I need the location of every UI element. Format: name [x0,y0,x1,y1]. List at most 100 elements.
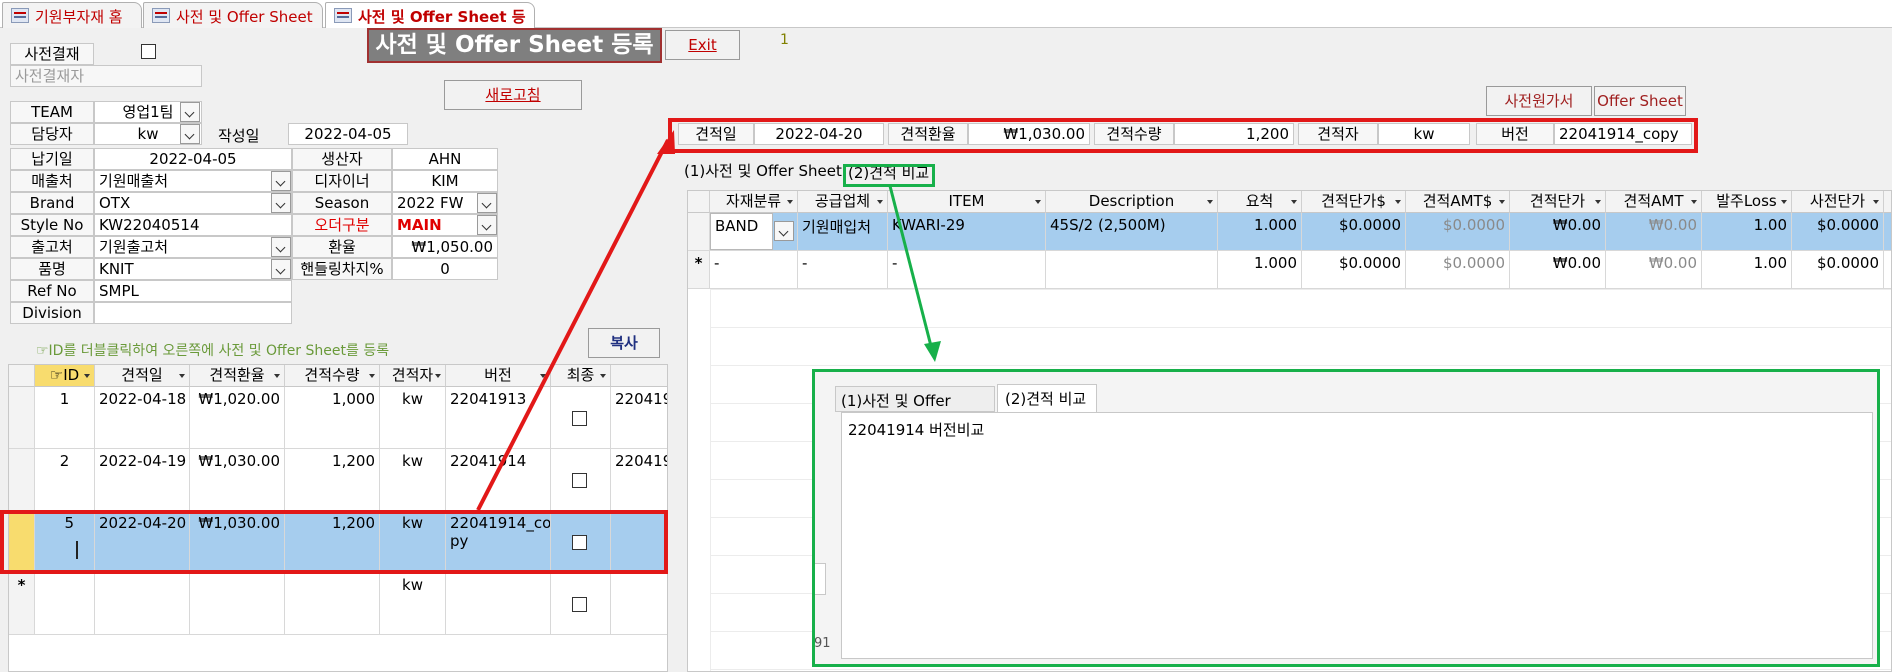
cell-yield[interactable]: 1.000 [1218,213,1302,251]
chevron-down-icon[interactable] [271,193,291,213]
chevron-down-icon[interactable] [477,193,497,213]
chevron-down-icon[interactable] [180,102,200,122]
cell-id[interactable] [35,573,95,635]
cell-version[interactable]: 22041913 [446,387,551,449]
designer-field[interactable]: KIM [392,170,498,192]
final-checkbox[interactable] [572,597,587,612]
final-checkbox[interactable] [572,411,587,426]
cell-category[interactable]: BAND [710,213,798,251]
approval-checkbox[interactable] [141,44,156,59]
cell-unit-krw[interactable]: ₩0.00 [1510,213,1606,251]
refresh-button[interactable]: 새로고침 [444,80,582,110]
cell-extra[interactable] [611,573,667,635]
cell-version[interactable]: 22041914 [446,449,551,511]
cell-by[interactable]: kw [380,387,446,449]
cell-extra[interactable]: 220419 [611,449,667,511]
col-header-id[interactable]: ☞ID [35,365,95,387]
exit-button[interactable]: Exit [665,30,740,60]
col-header-amt-krw[interactable]: 견적AMT [1606,191,1702,213]
row-selector[interactable] [688,213,710,251]
cell-date[interactable] [95,573,190,635]
cell-date[interactable]: 2022-04-19 [95,449,190,511]
col-header-rate[interactable]: 견적환율 [190,365,285,387]
prelim-doc-button[interactable]: 사전원가서 [1486,86,1592,116]
subtab-offer-sheet[interactable]: (1)사전 및 Offer Sheet [684,160,842,181]
copy-button[interactable]: 복사 [588,328,660,358]
cell-by[interactable]: kw [380,573,446,635]
cell-description[interactable]: 45S/2 (2,500M) [1046,213,1218,251]
cell-pre-unit[interactable]: $0.0000 [1792,251,1884,289]
new-row-asterisk-icon[interactable]: * [9,573,35,635]
cell-vendor[interactable]: 기원매입처 [798,213,888,251]
cell-yield[interactable]: 1.000 [1218,251,1302,289]
brand-select[interactable]: OTX [94,192,292,214]
cell-by[interactable]: kw [380,449,446,511]
cell-item[interactable]: KWARI-29 [888,213,1046,251]
col-header-unit-usd[interactable]: 견적단가$ [1302,191,1406,213]
cell-date[interactable]: 2022-04-18 [95,387,190,449]
cell-description[interactable] [1046,251,1218,289]
cell-id[interactable]: 2 [35,449,95,511]
cell-qty[interactable]: 1,200 [285,449,380,511]
category-combo[interactable]: BAND [710,213,773,250]
approver-field[interactable]: 사전결재자 [10,65,202,87]
offer-sheet-button[interactable]: Offer Sheet [1594,86,1686,116]
col-header-amt-usd[interactable]: 견적AMT$ [1406,191,1510,213]
cell-unit-usd[interactable]: $0.0000 [1302,213,1406,251]
cell-qty[interactable] [285,573,380,635]
handling-field[interactable]: 0 [392,258,498,280]
final-checkbox[interactable] [572,473,587,488]
cell-vendor[interactable]: - [798,251,888,289]
style-field[interactable]: KW22040514 [94,214,292,236]
select-all-corner[interactable] [688,191,710,213]
cell-rate[interactable] [190,573,285,635]
chevron-down-icon[interactable] [477,215,497,235]
new-row-asterisk-icon[interactable]: * [688,251,710,289]
row-selector[interactable] [9,449,35,511]
fx-field[interactable]: ₩1,050.00 [392,236,498,258]
cell-rate[interactable]: ₩1,020.00 [190,387,285,449]
sales-select[interactable]: 기원매출처 [94,170,292,192]
col-header-yield[interactable]: 요척 [1218,191,1302,213]
delivery-date-field[interactable]: 2022-04-05 [94,148,292,170]
row-selector[interactable] [9,387,35,449]
ref-field[interactable]: SMPL [94,280,292,302]
outlet-select[interactable]: 기원출고처 [94,236,292,258]
cell-qty[interactable]: 1,000 [285,387,380,449]
select-all-corner[interactable] [9,365,35,387]
cell-unit-krw[interactable]: ₩0.00 [1510,251,1606,289]
cell-id[interactable]: 1 [35,387,95,449]
division-field[interactable] [94,302,292,324]
cell-version[interactable] [446,573,551,635]
created-date-field[interactable]: 2022-04-05 [288,123,408,145]
chevron-down-icon[interactable] [180,124,200,144]
producer-field[interactable]: AHN [392,148,498,170]
col-header-final[interactable]: 최종 [551,365,611,387]
col-header-version[interactable]: 버전 [446,365,551,387]
col-header-vendor[interactable]: 공급업체 [798,191,888,213]
col-header-description[interactable]: Description [1046,191,1218,213]
col-header-qty[interactable]: 견적수량 [285,365,380,387]
tab-offer-sheet[interactable]: 사전 및 Offer Sheet [143,2,323,28]
col-header-loss[interactable]: 발주Loss [1702,191,1792,213]
chevron-down-icon[interactable] [271,259,291,279]
tab-home[interactable]: 기원부자재 홈 [2,2,142,28]
cell-item[interactable]: - [888,251,1046,289]
col-header-by[interactable]: 견적자 [380,365,446,387]
cell-extra[interactable]: 220419 [611,387,667,449]
cell-rate[interactable]: ₩1,030.00 [190,449,285,511]
cell-unit-usd[interactable]: $0.0000 [1302,251,1406,289]
cell-loss[interactable]: 1.00 [1702,213,1792,251]
col-header-date[interactable]: 견적일 [95,365,190,387]
col-header-unit-krw[interactable]: 견적단가 [1510,191,1606,213]
chevron-down-icon[interactable] [774,221,794,241]
col-header-item[interactable]: ITEM [888,191,1046,213]
chevron-down-icon[interactable] [271,237,291,257]
col-header-pre-unit[interactable]: 사전단가 [1792,191,1884,213]
chevron-down-icon[interactable] [271,171,291,191]
item-select[interactable]: KNIT [94,258,292,280]
tab-offer-sheet-register[interactable]: 사전 및 Offer Sheet 등록 [325,2,535,47]
col-header-category[interactable]: 자재분류 [710,191,798,213]
cell-pre-unit[interactable]: $0.0000 [1792,213,1884,251]
cell-loss[interactable]: 1.00 [1702,251,1792,289]
